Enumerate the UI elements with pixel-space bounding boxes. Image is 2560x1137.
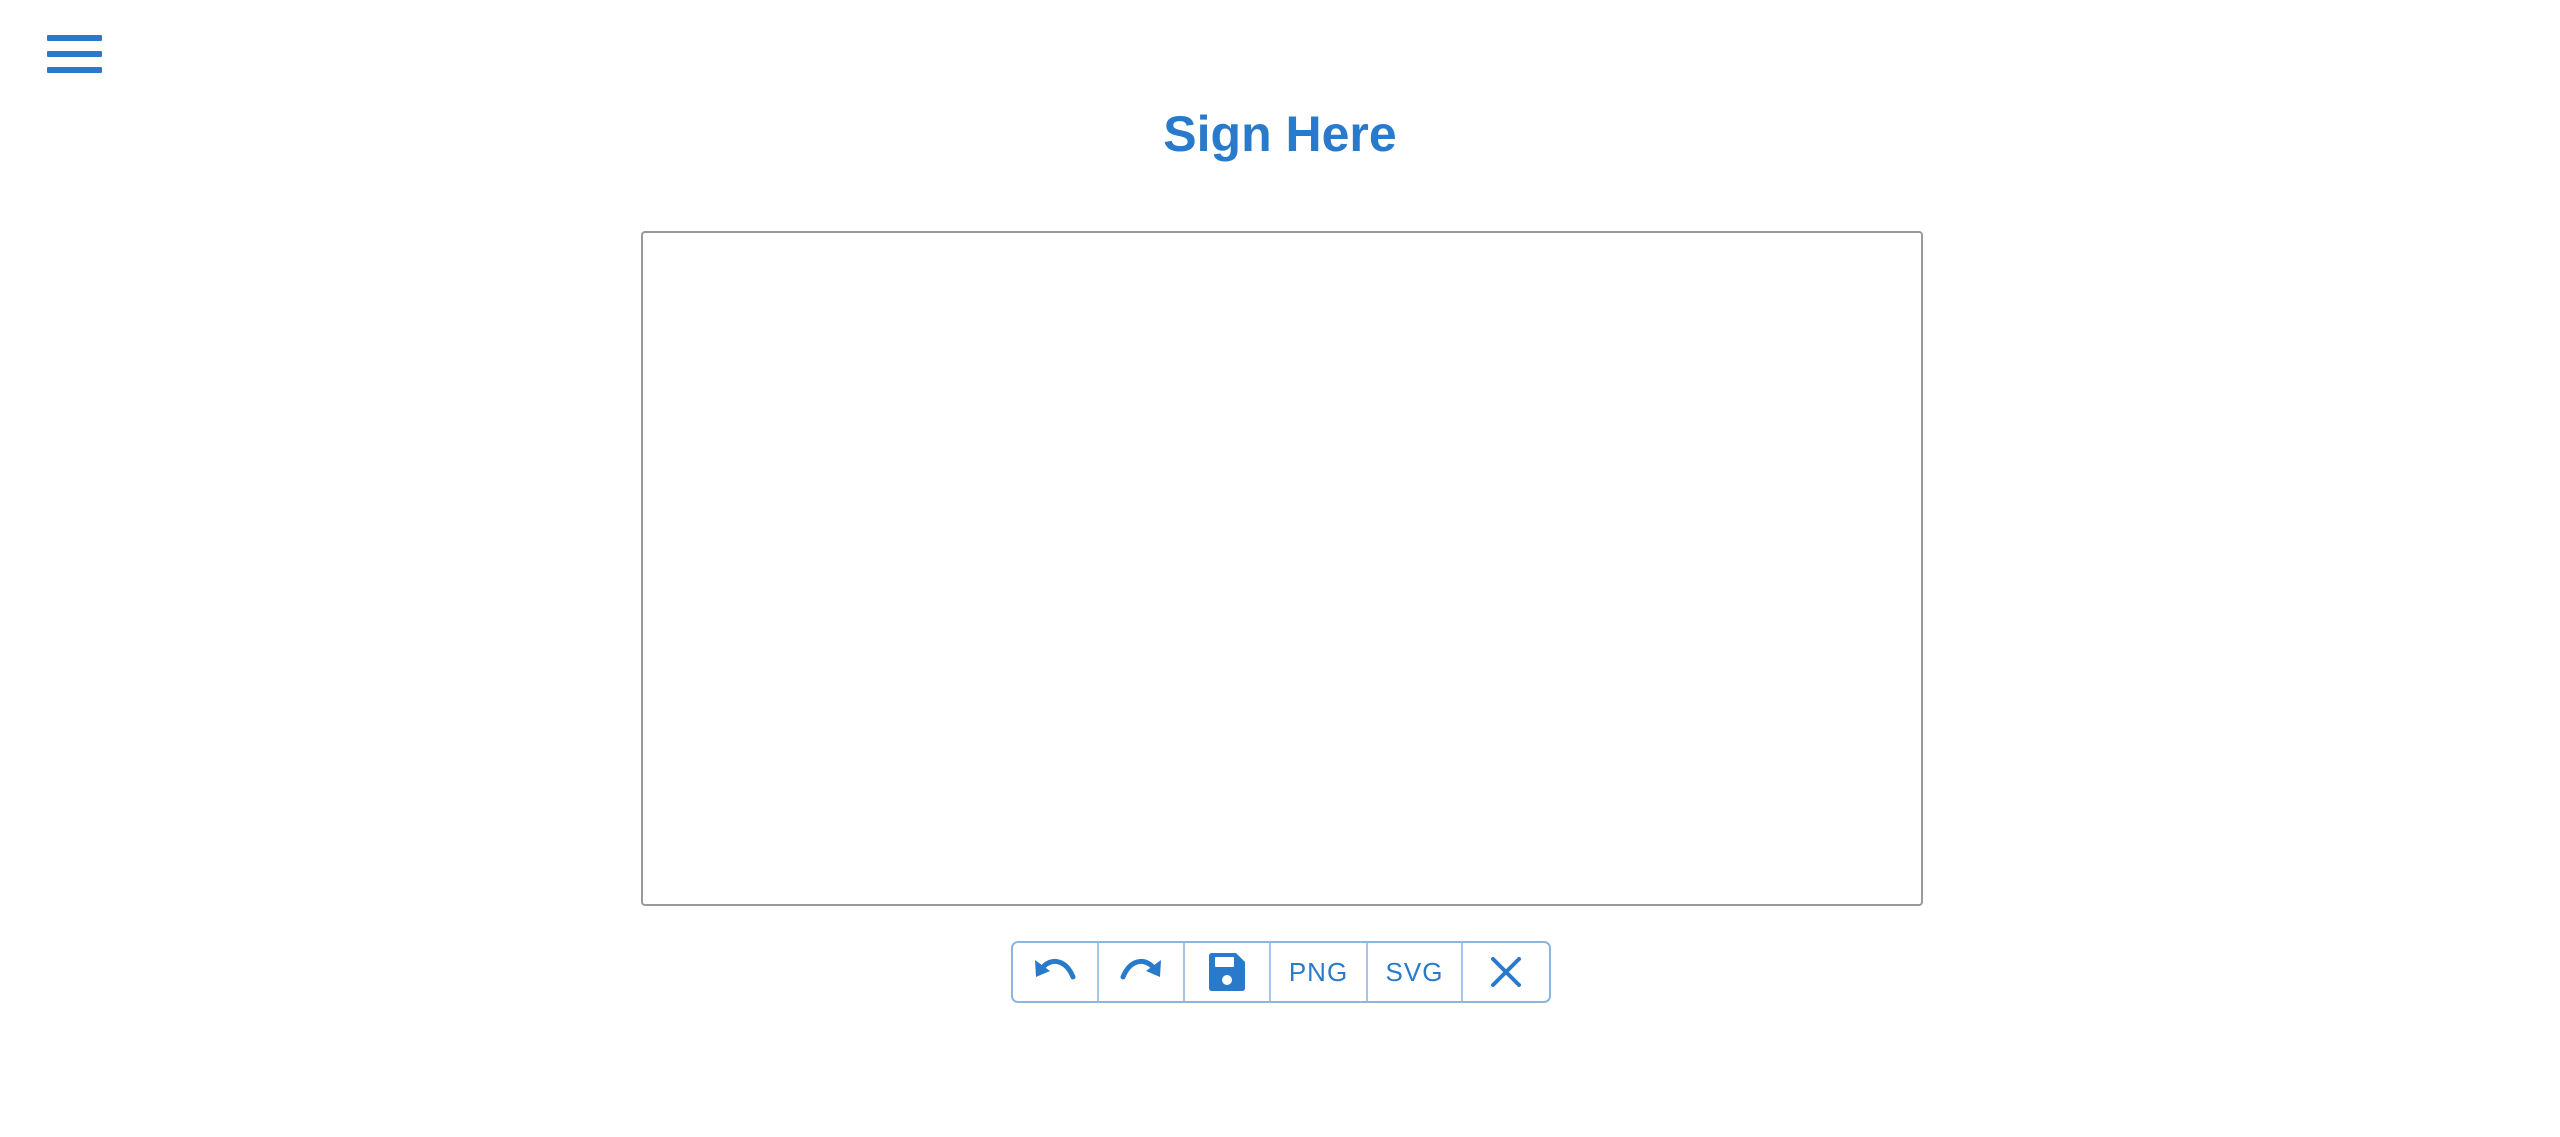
undo-icon	[1035, 959, 1076, 980]
close-icon	[1491, 957, 1521, 987]
undo-button[interactable]	[1013, 943, 1099, 1001]
export-svg-button[interactable]: SVG	[1368, 943, 1463, 1001]
signature-canvas[interactable]	[641, 231, 1923, 906]
save-button[interactable]	[1185, 943, 1271, 1001]
signature-toolbar: PNG SVG	[1011, 941, 1551, 1003]
page-title: Sign Here	[1163, 106, 1397, 162]
app-page: Sign Here PNG SVG	[0, 0, 2560, 1137]
clear-button[interactable]	[1463, 943, 1549, 1001]
redo-icon	[1120, 959, 1161, 980]
redo-button[interactable]	[1099, 943, 1185, 1001]
floppy-disk-icon	[1209, 953, 1245, 991]
export-png-button[interactable]: PNG	[1271, 943, 1368, 1001]
hamburger-menu-icon[interactable]	[47, 33, 102, 75]
